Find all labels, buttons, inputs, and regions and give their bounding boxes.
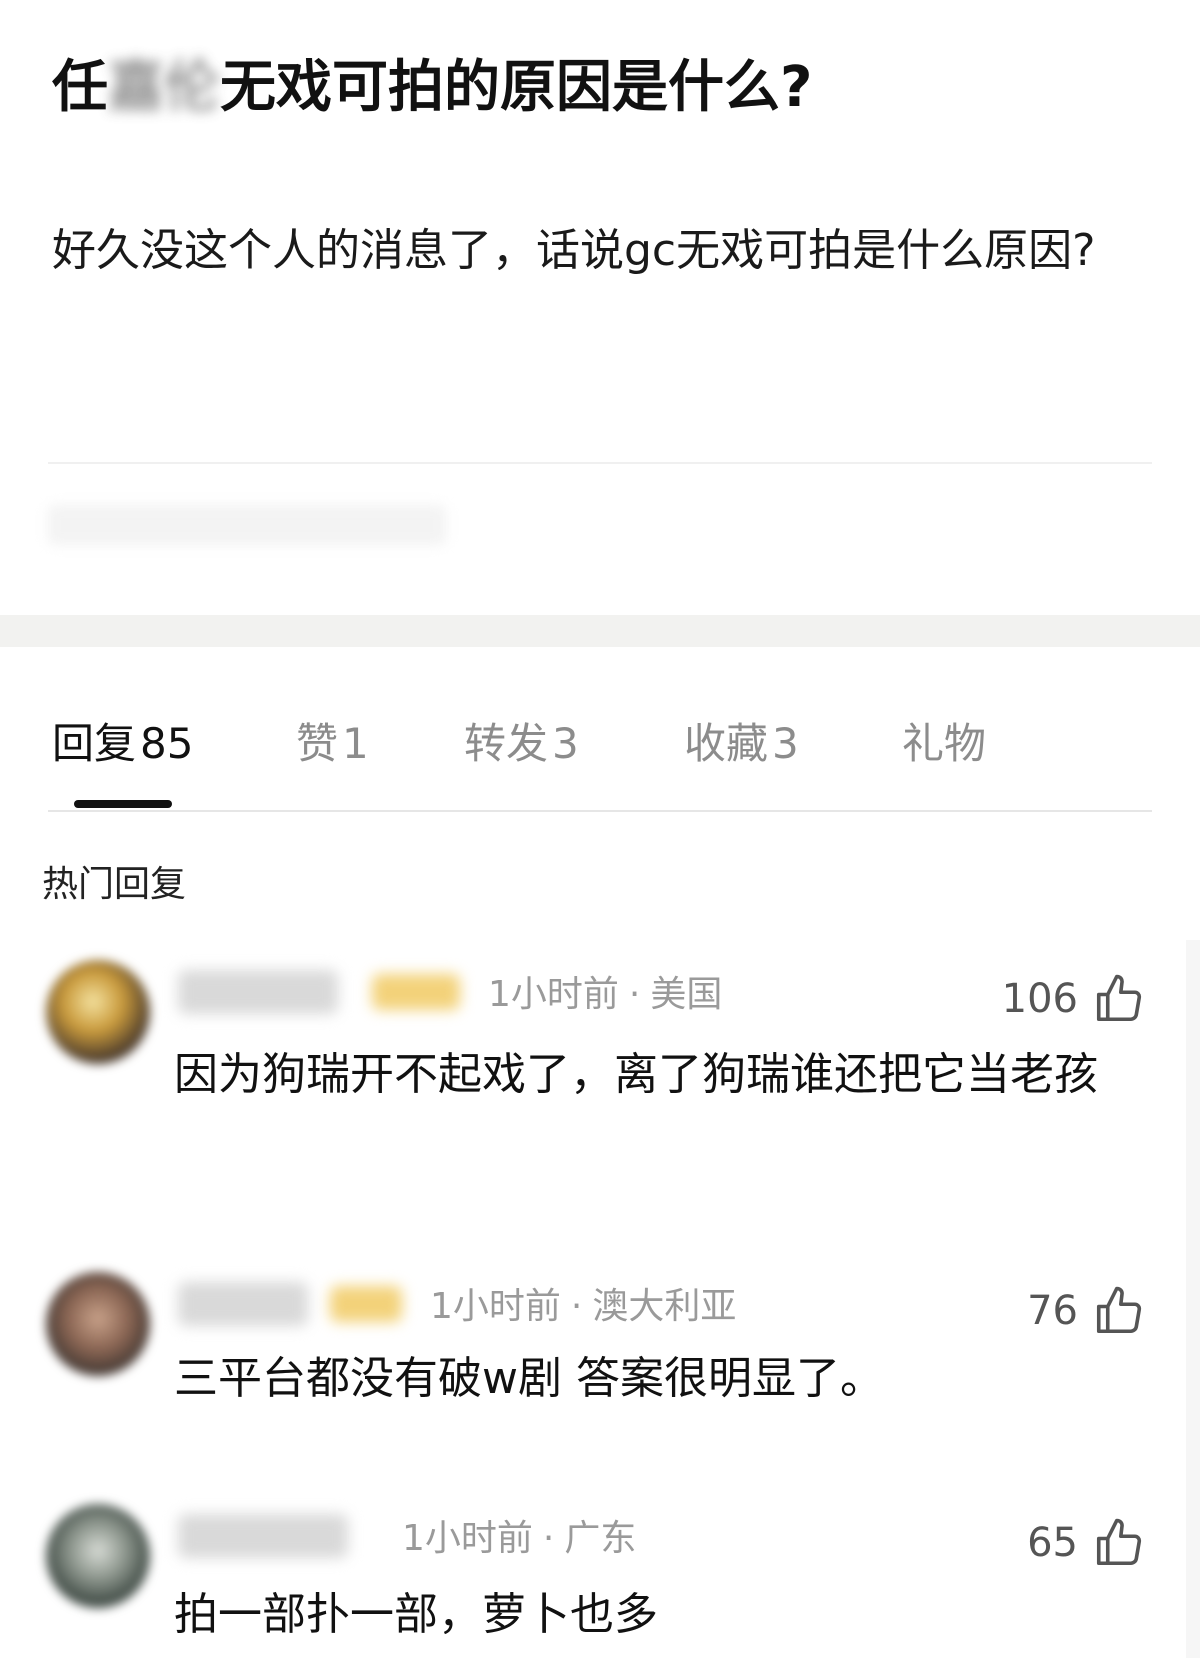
- comment-meta: 1小时前 · 美国: [488, 965, 722, 1017]
- tab-likes[interactable]: 赞1: [296, 710, 369, 771]
- tabs-divider: [48, 810, 1152, 812]
- thumbs-up-icon[interactable]: [1092, 1516, 1146, 1570]
- reply-tabs: 回复85 赞1 转发3 收藏3 礼物: [0, 700, 1200, 810]
- like-count: 65: [1027, 1520, 1078, 1566]
- tab-gifts-label: 礼物: [902, 719, 987, 768]
- tab-likes-count: 1: [342, 719, 369, 768]
- title-prefix: 任: [52, 55, 108, 120]
- post-divider: [48, 462, 1152, 464]
- comment-meta: 1小时前 · 广东: [402, 1509, 636, 1561]
- comment-time: 1小时前: [488, 974, 619, 1015]
- comment-text: 因为狗瑞开不起戏了，离了狗瑞谁还把它当老孩: [174, 1049, 1098, 1100]
- avatar[interactable]: [46, 1504, 150, 1608]
- tab-replies-label: 回复: [52, 719, 137, 768]
- tab-reposts[interactable]: 转发3: [464, 710, 579, 771]
- username-blurred[interactable]: [178, 970, 338, 1014]
- comment-text: 拍一部扑一部，萝卜也多: [174, 1589, 658, 1640]
- meta-dot: ·: [628, 974, 641, 1015]
- tab-favorites[interactable]: 收藏3: [684, 710, 799, 771]
- comment-location: 广东: [564, 1518, 637, 1559]
- post-body: 好久没这个人的消息了，话说gc无戏可拍是什么原因?: [52, 225, 1096, 276]
- post-card: 任嘉伦无戏可拍的原因是什么? 好久没这个人的消息了，话说gc无戏可拍是什么原因?: [0, 0, 1200, 615]
- comment-location: 澳大利亚: [592, 1286, 737, 1327]
- tab-gifts[interactable]: 礼物: [902, 710, 986, 771]
- active-tab-indicator: [74, 800, 172, 808]
- thumbs-up-icon[interactable]: [1092, 1284, 1146, 1338]
- tab-favorites-count: 3: [772, 719, 799, 768]
- comment-time: 1小时前: [402, 1518, 533, 1559]
- avatar[interactable]: [46, 1272, 150, 1376]
- post-title: 任嘉伦无戏可拍的原因是什么?: [52, 52, 1152, 124]
- post-meta-blurred: [48, 505, 446, 545]
- tab-reposts-label: 转发: [464, 719, 549, 768]
- like-control[interactable]: 76: [1027, 1284, 1146, 1338]
- tab-reposts-count: 3: [552, 719, 579, 768]
- comment-text: 三平台都没有破w剧 答案很明显了。: [174, 1353, 884, 1404]
- meta-dot: ·: [542, 1518, 555, 1559]
- hot-replies-heading: 热门回复: [42, 864, 187, 905]
- thumbs-up-icon[interactable]: [1092, 972, 1146, 1026]
- like-count: 106: [1001, 976, 1078, 1022]
- comment-time: 1小时前: [430, 1286, 561, 1327]
- user-badge-blurred: [372, 974, 460, 1010]
- comment-location: 美国: [650, 974, 723, 1015]
- scroll-track: [1186, 940, 1200, 1658]
- meta-dot: ·: [570, 1286, 583, 1327]
- username-blurred[interactable]: [178, 1514, 348, 1558]
- title-hidden-name: 嘉伦: [108, 55, 220, 120]
- tab-replies-count: 85: [140, 719, 194, 768]
- comment-meta: 1小时前 · 澳大利亚: [430, 1277, 736, 1329]
- tab-replies[interactable]: 回复85: [52, 710, 193, 771]
- title-suffix: 无戏可拍的原因是什么?: [220, 55, 813, 120]
- like-control[interactable]: 65: [1027, 1516, 1146, 1570]
- like-count: 76: [1027, 1288, 1078, 1334]
- like-control[interactable]: 106: [1002, 972, 1146, 1026]
- tab-likes-label: 赞: [296, 719, 339, 768]
- avatar[interactable]: [46, 960, 150, 1064]
- tab-favorites-label: 收藏: [684, 719, 769, 768]
- user-badge-blurred: [330, 1286, 402, 1322]
- section-separator: [0, 615, 1200, 647]
- username-blurred[interactable]: [178, 1282, 308, 1326]
